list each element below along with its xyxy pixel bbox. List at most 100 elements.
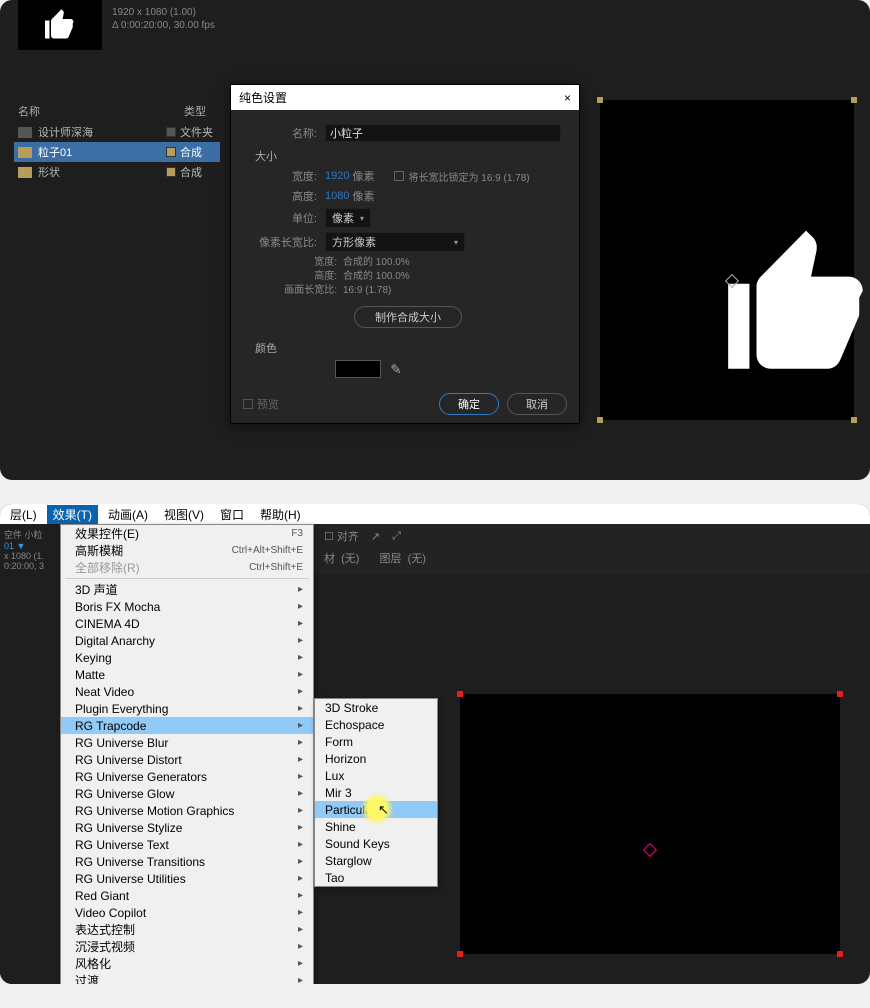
menu-item[interactable]: Red Giant▸	[61, 887, 313, 904]
submenu-item[interactable]: Form	[315, 733, 437, 750]
menu-bar: 层(L)效果(T)动画(A)视图(V)窗口帮助(H)	[0, 504, 870, 524]
submenu-item[interactable]: Sound Keys	[315, 835, 437, 852]
thumbs-up-icon	[42, 7, 78, 43]
tree-item[interactable]: 粒子01合成	[14, 142, 220, 162]
height-value[interactable]: 1080	[325, 190, 349, 202]
menu-3[interactable]: 视图(V)	[158, 505, 210, 524]
bbox-handle[interactable]	[837, 951, 843, 957]
width-value[interactable]: 1920	[325, 170, 349, 182]
menu-item[interactable]: 高斯模糊Ctrl+Alt+Shift+E	[61, 542, 313, 559]
name-label: 名称:	[255, 125, 325, 141]
composition-viewer[interactable]	[460, 694, 840, 954]
menu-5[interactable]: 帮助(H)	[254, 505, 307, 524]
lock-aspect-checkbox[interactable]: 将长宽比锁定为 16:9 (1.78)	[394, 169, 529, 184]
menu-item[interactable]: Keying▸	[61, 649, 313, 666]
make-comp-size-button[interactable]: 制作合成大小	[354, 306, 462, 328]
bbox-handle[interactable]	[837, 691, 843, 697]
eyedropper-icon[interactable]: ✎	[389, 362, 403, 376]
menu-item[interactable]: RG Universe Generators▸	[61, 768, 313, 785]
submenu-item[interactable]: Particular	[315, 801, 437, 818]
dimension-info: 宽度:合成的 100.0% 高度:合成的 100.0% 画面长宽比:16:9 (…	[279, 256, 561, 298]
menu-item[interactable]: 全部移除(R)Ctrl+Shift+E	[61, 559, 313, 576]
par-select[interactable]: 方形像素▾	[325, 232, 465, 252]
menu-item[interactable]: RG Universe Glow▸	[61, 785, 313, 802]
name-input[interactable]	[325, 124, 561, 142]
tree-header: 名称 类型	[14, 100, 220, 122]
comp-icon	[18, 147, 32, 158]
cancel-button[interactable]: 取消	[507, 393, 567, 415]
menu-item[interactable]: Matte▸	[61, 666, 313, 683]
menu-item[interactable]: 3D 声道▸	[61, 581, 313, 598]
menu-item[interactable]: 过渡▸	[61, 972, 313, 984]
submenu-item[interactable]: Lux	[315, 767, 437, 784]
close-icon[interactable]: ×	[564, 91, 571, 105]
toolbar-icon[interactable]: ⤢	[392, 530, 401, 543]
bbox-handle[interactable]	[851, 97, 857, 103]
menu-item[interactable]: Video Copilot▸	[61, 904, 313, 921]
unit-select[interactable]: 像素▾	[325, 208, 371, 228]
anchor-point-icon[interactable]	[643, 843, 657, 857]
effect-menu-dropdown: 效果控件(E)F3高斯模糊Ctrl+Alt+Shift+E全部移除(R)Ctrl…	[60, 524, 314, 984]
col-name[interactable]: 名称	[18, 103, 168, 119]
ok-button[interactable]: 确定	[439, 393, 499, 415]
submenu-item[interactable]: Horizon	[315, 750, 437, 767]
composition-preview[interactable]	[600, 100, 854, 420]
submenu-item[interactable]: Mir 3	[315, 784, 437, 801]
menu-item[interactable]: RG Universe Text▸	[61, 836, 313, 853]
comp-icon	[18, 167, 32, 178]
submenu-item[interactable]: Echospace	[315, 716, 437, 733]
bbox-handle[interactable]	[457, 691, 463, 697]
menu-item[interactable]: 效果控件(E)F3	[61, 525, 313, 542]
submenu-item[interactable]: 3D Stroke	[315, 699, 437, 716]
dialog-title: 纯色设置	[239, 89, 287, 106]
menu-item[interactable]: Plugin Everything▸	[61, 700, 313, 717]
menu-item[interactable]: Digital Anarchy▸	[61, 632, 313, 649]
col-type[interactable]: 类型	[184, 103, 206, 119]
menu-0[interactable]: 层(L)	[4, 505, 43, 524]
project-tree: 名称 类型 设计师深海文件夹粒子01合成形状合成	[14, 100, 220, 182]
dialog-titlebar[interactable]: 纯色设置 ×	[231, 85, 579, 110]
menu-item[interactable]: 风格化▸	[61, 955, 313, 972]
preview-checkbox[interactable]: 预览	[243, 396, 279, 412]
size-section: 大小	[255, 148, 561, 164]
bbox-handle[interactable]	[597, 417, 603, 423]
snap-checkbox[interactable]: ☐ 对齐	[324, 528, 359, 544]
menu-item[interactable]: CINEMA 4D▸	[61, 615, 313, 632]
menu-item[interactable]: RG Trapcode▸	[61, 717, 313, 734]
folder-icon	[18, 127, 32, 138]
tree-item[interactable]: 设计师深海文件夹	[14, 122, 220, 142]
menu-1[interactable]: 效果(T)	[47, 505, 98, 524]
menu-2[interactable]: 动画(A)	[102, 505, 154, 524]
submenu-item[interactable]: Tao	[315, 869, 437, 886]
par-label: 像素长宽比:	[255, 234, 325, 250]
composition-meta: 1920 x 1080 (1.00) Δ 0:00:20:00, 30.00 f…	[112, 6, 215, 32]
project-panel-sliver: 空件 小粒 01 ▼ x 1080 (1. 0:20:00, 3	[0, 524, 60, 984]
submenu-item[interactable]: Shine	[315, 818, 437, 835]
menu-item[interactable]: RG Universe Transitions▸	[61, 853, 313, 870]
trapcode-submenu: 3D StrokeEchospaceFormHorizonLuxMir 3Par…	[314, 698, 438, 887]
color-swatch[interactable]	[335, 360, 381, 378]
cursor-icon: ↖	[378, 802, 389, 818]
tree-item[interactable]: 形状合成	[14, 162, 220, 182]
screenshot-solid-settings: 1920 x 1080 (1.00) Δ 0:00:20:00, 30.00 f…	[0, 0, 870, 480]
menu-item[interactable]: Boris FX Mocha▸	[61, 598, 313, 615]
bbox-handle[interactable]	[457, 951, 463, 957]
bbox-handle[interactable]	[851, 417, 857, 423]
height-label: 高度:	[255, 188, 325, 204]
menu-item[interactable]: RG Universe Stylize▸	[61, 819, 313, 836]
submenu-item[interactable]: Starglow	[315, 852, 437, 869]
menu-item[interactable]: RG Universe Blur▸	[61, 734, 313, 751]
toolbar-icon[interactable]: ↗	[371, 530, 380, 543]
width-label: 宽度:	[255, 168, 325, 184]
menu-4[interactable]: 窗口	[214, 505, 250, 524]
bbox-handle[interactable]	[597, 97, 603, 103]
top-toolbar: ☐ 对齐 ↗ ⤢ 材 (无) 图层 (无)	[314, 524, 870, 574]
menu-item[interactable]: 沉浸式视频▸	[61, 938, 313, 955]
menu-item[interactable]: RG Universe Motion Graphics▸	[61, 802, 313, 819]
color-section: 颜色	[255, 340, 561, 356]
menu-item[interactable]: RG Universe Distort▸	[61, 751, 313, 768]
menu-item[interactable]: RG Universe Utilities▸	[61, 870, 313, 887]
menu-item[interactable]: Neat Video▸	[61, 683, 313, 700]
menu-item[interactable]: 表达式控制▸	[61, 921, 313, 938]
col-type-swatch	[168, 103, 180, 115]
